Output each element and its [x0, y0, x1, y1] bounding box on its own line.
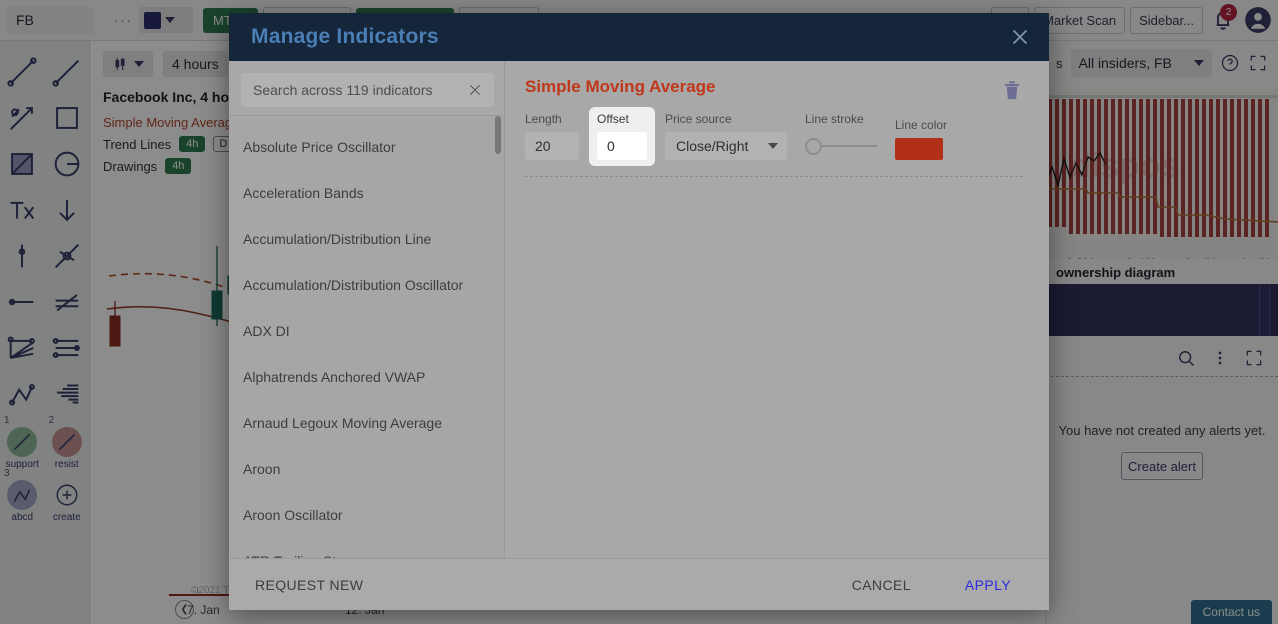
list-item[interactable]: Accumulation/Distribution Oscillator	[229, 262, 504, 308]
price-source-value: Close/Right	[676, 138, 749, 154]
settings-divider	[525, 176, 1023, 177]
scrollbar-thumb[interactable]	[495, 116, 501, 154]
indicator-list[interactable]: Absolute Price Oscillator Acceleration B…	[229, 116, 504, 558]
settings-header: Simple Moving Average	[525, 77, 1023, 103]
list-item[interactable]: Alphatrends Anchored VWAP	[229, 354, 504, 400]
offset-field-group: Offset 0	[589, 107, 655, 166]
indicator-settings-panel: Simple Moving Average Length 20 Offset 0…	[505, 61, 1049, 558]
settings-fields: Length 20 Offset 0 Price source Close/Ri…	[525, 107, 1023, 166]
list-item[interactable]: ADX DI	[229, 308, 504, 354]
cancel-button[interactable]: CANCEL	[852, 577, 911, 593]
manage-indicators-dialog: Manage Indicators Search across 119 indi…	[229, 13, 1049, 610]
list-item[interactable]: Absolute Price Oscillator	[229, 124, 504, 170]
line-stroke-slider[interactable]	[805, 132, 877, 160]
line-color-field-group: Line color	[895, 118, 947, 160]
price-source-field-group: Price source Close/Right	[665, 112, 787, 160]
line-color-swatch[interactable]	[895, 138, 943, 160]
search-wrapper: Search across 119 indicators	[229, 61, 504, 115]
line-stroke-label: Line stroke	[805, 112, 864, 126]
clear-search-button[interactable]	[467, 82, 483, 98]
price-source-label: Price source	[665, 112, 732, 126]
dialog-title: Manage Indicators	[251, 25, 439, 48]
close-button[interactable]	[1007, 24, 1033, 50]
list-scrollbar[interactable]	[495, 116, 501, 558]
list-item[interactable]: Aroon Oscillator	[229, 492, 504, 538]
close-icon	[1012, 29, 1028, 45]
indicator-list-inner: Absolute Price Oscillator Acceleration B…	[229, 116, 504, 558]
line-stroke-field-group: Line stroke	[805, 112, 877, 160]
request-new-button[interactable]: REQUEST NEW	[255, 577, 363, 593]
slider-thumb[interactable]	[805, 137, 822, 155]
list-item[interactable]: ATR Trailing Stop	[229, 538, 504, 558]
delete-indicator-button[interactable]	[1001, 79, 1023, 103]
indicator-browser: Search across 119 indicators Absolute Pr…	[229, 61, 505, 558]
close-icon	[469, 84, 481, 96]
dialog-footer: REQUEST NEW CANCEL APPLY	[229, 558, 1049, 610]
settings-indicator-name: Simple Moving Average	[525, 77, 716, 96]
apply-button[interactable]: APPLY	[965, 577, 1011, 593]
trash-icon	[1005, 81, 1019, 100]
list-item[interactable]: Acceleration Bands	[229, 170, 504, 216]
slider-track	[813, 145, 877, 147]
length-input[interactable]: 20	[525, 132, 579, 160]
length-field-group: Length 20	[525, 112, 579, 160]
offset-input[interactable]: 0	[597, 132, 647, 160]
dialog-body: Search across 119 indicators Absolute Pr…	[229, 61, 1049, 558]
list-item[interactable]: Accumulation/Distribution Line	[229, 216, 504, 262]
app-root: FB ··· MTFA Tes Market Scan Sidebar... 2	[0, 0, 1278, 624]
chevron-down-icon	[768, 143, 778, 149]
line-color-label: Line color	[895, 118, 948, 132]
search-input[interactable]: Search across 119 indicators	[253, 82, 433, 98]
list-item[interactable]: Arnaud Legoux Moving Average	[229, 400, 504, 446]
length-label: Length	[525, 112, 562, 126]
price-source-select[interactable]: Close/Right	[665, 132, 787, 160]
offset-label: Offset	[597, 112, 629, 126]
list-item[interactable]: Aroon	[229, 446, 504, 492]
search-field[interactable]: Search across 119 indicators	[241, 73, 494, 107]
dialog-title-bar: Manage Indicators	[229, 13, 1049, 61]
